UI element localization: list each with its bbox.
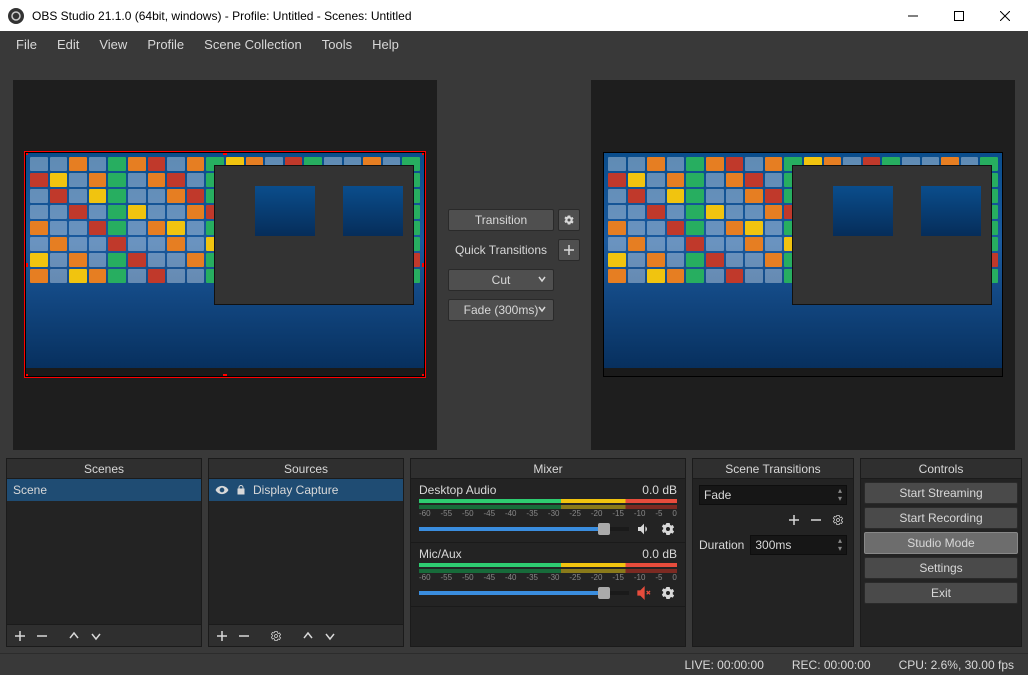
mixer-ticks: -60-55-50-45-40-35-30-25-20-15-10-50 <box>419 573 677 582</box>
panels: Scenes Scene Sources Display <box>0 452 1028 653</box>
add-scene-button[interactable] <box>11 627 29 645</box>
st-body: Fade ▴▾ Duration 300ms ▴▾ <box>693 479 853 561</box>
mixer-mic-slider[interactable] <box>419 591 629 595</box>
mixer-header: Mixer <box>411 459 685 479</box>
studio-mode-button[interactable]: Studio Mode <box>864 532 1018 554</box>
duration-input[interactable]: 300ms ▴▾ <box>750 535 847 555</box>
maximize-button[interactable] <box>936 0 982 31</box>
exit-button[interactable]: Exit <box>864 582 1018 604</box>
mixer-desktop-level: 0.0 dB <box>642 483 677 497</box>
sources-panel: Sources Display Capture <box>208 458 404 647</box>
speaker-muted-icon[interactable] <box>635 584 653 602</box>
preview-program-wrapper <box>591 80 1015 450</box>
quick-transition-cut-label: Cut <box>492 273 511 287</box>
controls-body: Start Streaming Start Recording Studio M… <box>861 479 1021 607</box>
mixer-panel: Mixer Desktop Audio 0.0 dB -60-55-50-45-… <box>410 458 686 647</box>
remove-source-button[interactable] <box>235 627 253 645</box>
sources-footer <box>209 624 403 646</box>
menu-help[interactable]: Help <box>364 33 407 56</box>
transition-properties-button[interactable] <box>829 511 847 529</box>
add-source-button[interactable] <box>213 627 231 645</box>
gear-icon[interactable] <box>659 584 677 602</box>
menubar: File Edit View Profile Scene Collection … <box>0 31 1028 57</box>
mixer-body: Desktop Audio 0.0 dB -60-55-50-45-40-35-… <box>411 479 685 646</box>
start-streaming-button[interactable]: Start Streaming <box>864 482 1018 504</box>
duration-label: Duration <box>699 538 744 552</box>
status-cpu: CPU: 2.6%, 30.00 fps <box>899 658 1014 672</box>
preview-area: Transition Quick Transitions Cut <box>0 57 1028 452</box>
add-transition-button[interactable] <box>785 511 803 529</box>
obs-app-icon <box>8 8 24 24</box>
scenes-list[interactable]: Scene <box>7 479 201 624</box>
remove-scene-button[interactable] <box>33 627 51 645</box>
menu-tools[interactable]: Tools <box>314 33 360 56</box>
move-source-up-button[interactable] <box>299 627 317 645</box>
quick-transitions-label: Quick Transitions <box>448 243 554 257</box>
sources-list[interactable]: Display Capture <box>209 479 403 624</box>
status-live: LIVE: 00:00:00 <box>684 658 763 672</box>
app-body: File Edit View Profile Scene Collection … <box>0 31 1028 675</box>
transition-button[interactable]: Transition <box>448 209 554 231</box>
status-rec: REC: 00:00:00 <box>792 658 871 672</box>
chevron-down-icon <box>537 303 547 317</box>
sources-header: Sources <box>209 459 403 479</box>
move-source-down-button[interactable] <box>321 627 339 645</box>
preview-program[interactable] <box>603 152 1003 377</box>
source-name: Display Capture <box>253 483 338 497</box>
updown-icon: ▴▾ <box>838 487 842 503</box>
titlebar: OBS Studio 21.1.0 (64bit, windows) - Pro… <box>0 0 1028 31</box>
mixer-desktop-slider[interactable] <box>419 527 629 531</box>
move-scene-down-button[interactable] <box>87 627 105 645</box>
scenes-header: Scenes <box>7 459 201 479</box>
duration-value: 300ms <box>755 538 791 552</box>
settings-button[interactable]: Settings <box>864 557 1018 579</box>
preview-edit[interactable] <box>25 152 425 377</box>
statusbar: LIVE: 00:00:00 REC: 00:00:00 CPU: 2.6%, … <box>0 653 1028 675</box>
mixer-desktop-meter <box>419 499 677 503</box>
scene-list-item[interactable]: Scene <box>7 479 201 501</box>
transition-select[interactable]: Fade ▴▾ <box>699 485 847 505</box>
close-button[interactable] <box>982 0 1028 31</box>
scene-name: Scene <box>13 483 47 497</box>
menu-file[interactable]: File <box>8 33 45 56</box>
quick-transition-fade-label: Fade (300ms) <box>464 303 539 317</box>
scene-transitions-panel: Scene Transitions Fade ▴▾ Duration 300ms… <box>692 458 854 647</box>
mixer-desktop-name: Desktop Audio <box>419 483 496 497</box>
source-list-item[interactable]: Display Capture <box>209 479 403 501</box>
mixer-mic-meter <box>419 563 677 567</box>
controls-header: Controls <box>861 459 1021 479</box>
scenes-footer <box>7 624 201 646</box>
minimize-button[interactable] <box>890 0 936 31</box>
move-scene-up-button[interactable] <box>65 627 83 645</box>
menu-scene-collection[interactable]: Scene Collection <box>196 33 310 56</box>
source-properties-button[interactable] <box>267 627 285 645</box>
menu-profile[interactable]: Profile <box>139 33 192 56</box>
scenes-panel: Scenes Scene <box>6 458 202 647</box>
add-quick-transition-button[interactable] <box>558 239 580 261</box>
window-title: OBS Studio 21.1.0 (64bit, windows) - Pro… <box>32 9 890 23</box>
updown-icon: ▴▾ <box>838 537 842 553</box>
lock-icon[interactable] <box>235 484 247 496</box>
transition-column: Transition Quick Transitions Cut <box>437 209 591 321</box>
speaker-icon[interactable] <box>635 520 653 538</box>
quick-transition-cut[interactable]: Cut <box>448 269 554 291</box>
gear-icon[interactable] <box>659 520 677 538</box>
quick-transition-fade[interactable]: Fade (300ms) <box>448 299 554 321</box>
mixer-mic-name: Mic/Aux <box>419 547 462 561</box>
controls-panel: Controls Start Streaming Start Recording… <box>860 458 1022 647</box>
visibility-icon[interactable] <box>215 483 229 497</box>
mixer-ticks: -60-55-50-45-40-35-30-25-20-15-10-50 <box>419 509 677 518</box>
preview-edit-wrapper <box>13 80 437 450</box>
transition-settings-button[interactable] <box>558 209 580 231</box>
mixer-desktop-audio: Desktop Audio 0.0 dB -60-55-50-45-40-35-… <box>411 479 685 543</box>
remove-transition-button[interactable] <box>807 511 825 529</box>
mixer-mic-level: 0.0 dB <box>642 547 677 561</box>
st-header: Scene Transitions <box>693 459 853 479</box>
menu-edit[interactable]: Edit <box>49 33 87 56</box>
start-recording-button[interactable]: Start Recording <box>864 507 1018 529</box>
mixer-mic-aux: Mic/Aux 0.0 dB -60-55-50-45-40-35-30-25-… <box>411 543 685 607</box>
transition-select-value: Fade <box>704 488 731 502</box>
chevron-down-icon <box>537 273 547 287</box>
menu-view[interactable]: View <box>91 33 135 56</box>
